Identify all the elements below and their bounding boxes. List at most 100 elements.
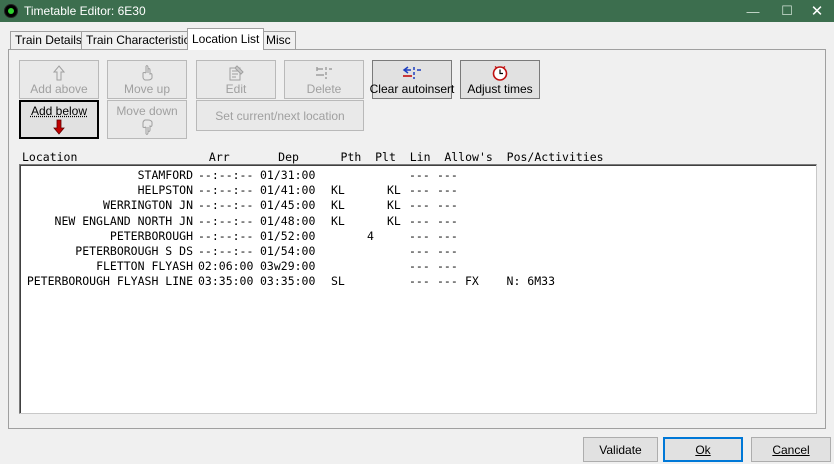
row-arr: --:--:-- <box>198 244 254 258</box>
table-row[interactable]: PETERBOROUGH S DS --:--:-- 01/54:00 --- --- <box>20 244 810 259</box>
row-location: NEW ENGLAND NORTH JN <box>54 213 193 228</box>
row-pth: KL <box>331 183 345 198</box>
tab-misc[interactable]: Misc <box>261 31 296 49</box>
tab-train-characteristics[interactable]: Train Characteristics <box>81 31 201 49</box>
add-below-button[interactable]: Add below <box>19 100 99 139</box>
row-plt: 4 <box>367 228 374 243</box>
title-bar[interactable]: Timetable Editor: 6E30 — ☐ ✕ <box>0 0 834 22</box>
table-row[interactable]: NEW ENGLAND NORTH JN --:--:-- 01/48:00 KL KL… <box>20 214 810 229</box>
edit-button[interactable]: Edit <box>196 60 276 99</box>
row-dep: 01/31:00 <box>260 168 316 182</box>
clear-autoinsert-button[interactable]: Clear autoinsert <box>369 60 455 99</box>
set-current-next-button[interactable]: Set current/next location <box>196 100 364 131</box>
row-allowance: --- <box>409 259 430 274</box>
row-location: FLETTON FLYASH <box>96 259 193 274</box>
row-lin: KL <box>387 198 401 213</box>
table-row[interactable]: WERRINGTON JN --:--:-- 01/45:00 KL KL --- --- <box>20 198 810 213</box>
row-arr: --:--:-- <box>198 198 254 213</box>
row-location: HELPSTON <box>137 183 193 198</box>
row-dep: 01/54:00 <box>260 244 316 258</box>
tab-train-details[interactable]: Train Details <box>10 31 87 49</box>
cancel-label: Cancel <box>772 442 810 457</box>
row-pos-activities: FX N: 6M33 <box>465 274 556 289</box>
row-arr: --:--:-- <box>198 183 254 198</box>
ok-button[interactable]: Ok <box>663 437 743 462</box>
ok-label: Ok <box>695 442 711 457</box>
row-location: STAMFORD <box>137 168 193 182</box>
table-row[interactable]: HELPSTON --:--:-- 01/41:00 KL KL --- --- <box>20 183 810 198</box>
delete-icon <box>315 64 333 82</box>
add-above-button[interactable]: Add above <box>19 60 99 99</box>
row-dep: 01/45:00 <box>260 198 316 213</box>
row-allowance: --- <box>409 198 430 213</box>
row-pth: KL <box>331 213 345 228</box>
close-icon[interactable]: ✕ <box>800 0 834 22</box>
row-allowance: --- <box>409 274 430 289</box>
row-allowance: --- <box>409 244 430 258</box>
row-allowance: --- <box>437 274 458 289</box>
row-arr: 03:35:00 <box>198 274 254 289</box>
row-arr: 02:06:00 <box>198 259 254 274</box>
row-pth: SL <box>331 274 345 289</box>
row-allowance: --- <box>437 259 458 274</box>
row-allowance: --- <box>437 198 458 213</box>
row-dep: 03w29:00 <box>260 259 316 274</box>
row-location: PETERBOROUGH FLYASH LINE <box>26 274 193 289</box>
app-icon[interactable] <box>4 4 18 18</box>
move-down-label: Move down <box>116 103 178 118</box>
window-title: Timetable Editor: 6E30 <box>24 4 146 18</box>
move-down-button[interactable]: Move down <box>107 100 187 139</box>
row-location: WERRINGTON JN <box>102 198 193 213</box>
row-arr: --:--:-- <box>198 228 254 243</box>
delete-button[interactable]: Delete <box>284 60 364 99</box>
row-dep: 03:35:00 <box>260 274 316 289</box>
clear-autoinsert-icon <box>402 64 422 82</box>
move-up-button[interactable]: Move up <box>107 60 187 99</box>
row-allowance: --- <box>409 168 430 182</box>
row-dep: 01/52:00 <box>260 228 316 243</box>
clear-autoinsert-label: Clear autoinsert <box>369 81 455 96</box>
row-lin: KL <box>387 183 401 198</box>
row-arr: --:--:-- <box>198 168 254 182</box>
row-lin: KL <box>387 213 401 228</box>
maximize-icon[interactable]: ☐ <box>770 0 804 22</box>
table-row[interactable]: PETERBOROUGH --:--:-- 01/52:00 4 --- --- <box>20 229 810 244</box>
row-location: PETERBOROUGH S DS <box>75 244 193 258</box>
row-dep: 01/48:00 <box>260 213 316 228</box>
edit-label: Edit <box>225 81 247 96</box>
row-allowance: --- <box>409 213 430 228</box>
row-location: PETERBOROUGH <box>109 228 193 243</box>
row-dep: 01/41:00 <box>260 183 316 198</box>
adjust-times-label: Adjust times <box>467 81 533 96</box>
adjust-times-button[interactable]: Adjust times <box>460 60 540 99</box>
table-row[interactable]: STAMFORD --:--:-- 01/31:00 --- --- <box>20 168 810 183</box>
table-row[interactable]: FLETTON FLYASH 02:06:00 03w29:00 --- --- <box>20 259 810 274</box>
add-above-label: Add above <box>30 81 88 96</box>
arrow-down-icon <box>53 118 65 136</box>
minimize-icon[interactable]: — <box>736 0 770 22</box>
row-allowance: --- <box>437 244 458 258</box>
move-up-label: Move up <box>123 81 171 96</box>
clock-icon <box>492 64 508 82</box>
hand-up-icon <box>140 64 154 82</box>
location-list[interactable]: STAMFORD --:--:-- 01/31:00 --- --- HELPSTON --… <box>19 164 817 414</box>
row-allowance: --- <box>437 183 458 198</box>
row-allowance: --- <box>409 183 430 198</box>
arrow-up-icon <box>53 64 65 82</box>
cancel-button[interactable]: Cancel <box>751 437 831 462</box>
list-column-header: Location Arr Dep Pth Plt Lin Allow's Pos… <box>22 150 604 164</box>
add-below-label: Add below <box>30 103 88 118</box>
edit-icon <box>228 64 244 82</box>
tab-location-list[interactable]: Location List <box>187 28 265 50</box>
row-allowance: --- <box>409 228 430 243</box>
table-row[interactable]: PETERBOROUGH FLYASH LINE 03:35:00 03:35:00… <box>20 274 810 289</box>
hand-down-icon <box>140 118 154 136</box>
row-allowance: --- <box>437 168 458 182</box>
row-pth: KL <box>331 198 345 213</box>
set-current-next-label: Set current/next location <box>215 108 345 123</box>
row-arr: --:--:-- <box>198 213 254 228</box>
delete-label: Delete <box>306 81 342 96</box>
row-allowance: --- <box>437 228 458 243</box>
row-allowance: --- <box>437 213 458 228</box>
validate-button[interactable]: Validate <box>583 437 658 462</box>
